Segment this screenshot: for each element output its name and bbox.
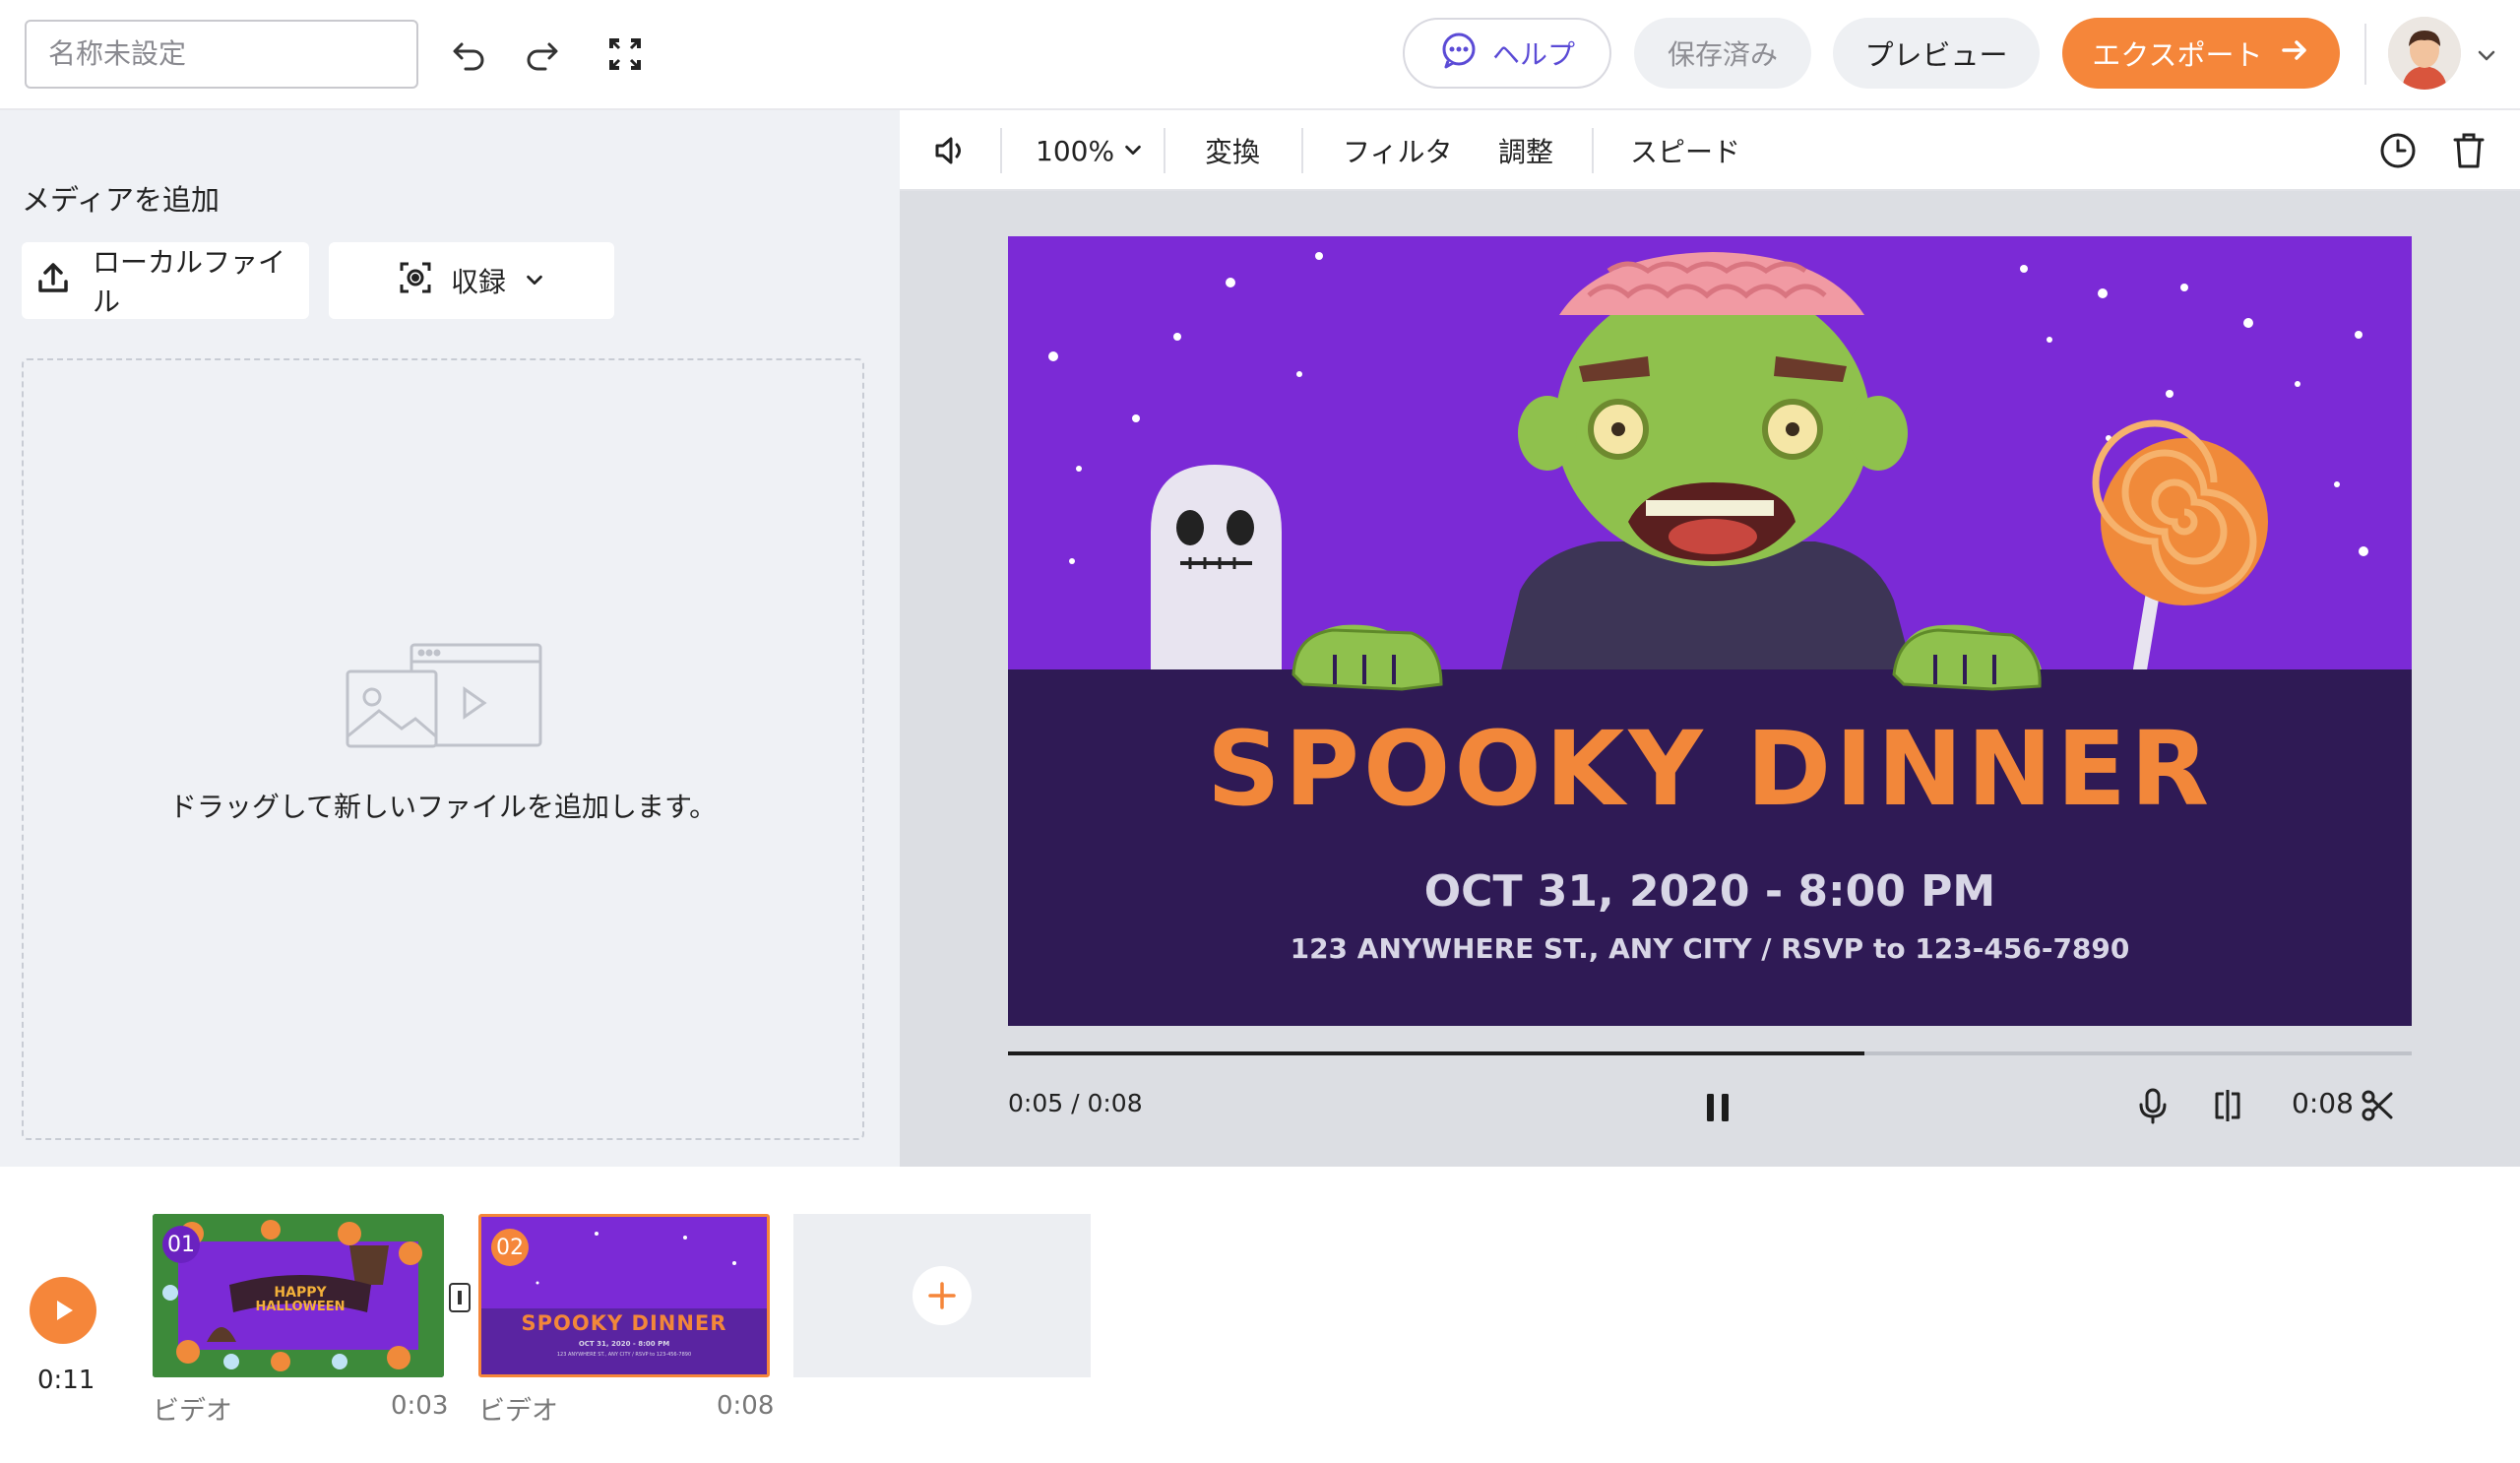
timeline-clip-2[interactable]: SPOOKY DINNER OCT 31, 2020 - 8:00 PM 123…	[478, 1214, 770, 1377]
record-button[interactable]: 収録	[329, 242, 614, 319]
total-time: 0:11	[37, 1366, 95, 1395]
top-bar: 名称未設定 ヘルプ 保存済み プレビュー エクスポート	[0, 0, 2520, 110]
split-icon[interactable]	[2203, 1081, 2252, 1130]
chevron-down-icon	[1122, 135, 1144, 167]
drop-hint-text: ドラッグして新しいファイルを追加します。	[168, 791, 718, 823]
svg-text:SPOOKY DINNER: SPOOKY DINNER	[522, 1311, 727, 1335]
clip-2-number: 02	[491, 1229, 529, 1266]
poster-title: Spooky Dinner	[1206, 709, 2214, 829]
media-panel-title: メディアを追加	[22, 183, 220, 217]
help-button[interactable]: ヘルプ	[1403, 18, 1611, 89]
history-icon[interactable]	[2378, 110, 2418, 191]
svg-text:123 ANYWHERE ST., ANY CITY / R: 123 ANYWHERE ST., ANY CITY / RSVP to 123…	[557, 1352, 691, 1358]
add-clip-slot[interactable]	[793, 1214, 1091, 1377]
help-label: ヘルプ	[1491, 38, 1575, 71]
chat-icon	[1439, 31, 1479, 77]
redo-icon[interactable]	[517, 30, 566, 79]
avatar[interactable]	[2388, 17, 2461, 90]
pause-icon[interactable]	[1693, 1083, 1742, 1132]
zoom-value: 100%	[1036, 134, 1115, 167]
video-canvas[interactable]: Spooky Dinner OCT 31, 2020 - 8:00 PM 123…	[1008, 236, 2412, 1026]
adjust-tab[interactable]: 調整	[1498, 110, 1553, 191]
timeline-clip-1[interactable]: HAPPY HALLOWEEN 01	[153, 1214, 444, 1377]
volume-icon[interactable]	[931, 110, 971, 191]
timeline: 0:11 HAPPY HALLOWEEN 01 ビデオ 0:03 SPOOKY …	[0, 1167, 2520, 1463]
clip-2-duration: 0:08	[717, 1391, 775, 1421]
arrow-right-icon	[2279, 34, 2310, 73]
topbar-divider	[2364, 24, 2366, 85]
preview-button[interactable]: プレビュー	[1833, 18, 2040, 89]
export-button[interactable]: エクスポート	[2062, 18, 2340, 89]
play-icon[interactable]	[30, 1277, 96, 1344]
speed-tab[interactable]: スピード	[1630, 110, 1740, 191]
saved-status-button[interactable]: 保存済み	[1634, 18, 1811, 89]
zoom-select[interactable]: 100%	[1036, 110, 1144, 191]
clip-2-label: ビデオ	[478, 1396, 558, 1427]
poster-date: OCT 31, 2020 - 8:00 PM	[1423, 866, 1996, 917]
record-label: 収録	[450, 266, 506, 298]
clip-1-number: 01	[162, 1226, 200, 1263]
svg-text:HALLOWEEN: HALLOWEEN	[255, 1300, 345, 1314]
scissors-icon[interactable]	[2353, 1081, 2402, 1130]
preview-toolbar: 100% 変換 フィルタ 調整 スピード	[900, 110, 2520, 191]
media-placeholder-icon	[345, 642, 543, 754]
chevron-down-icon[interactable]	[2469, 37, 2504, 73]
transition-icon[interactable]	[449, 1283, 471, 1312]
clip-duration: 0:08	[2292, 1087, 2354, 1119]
record-icon	[398, 260, 433, 302]
clip-1-label: ビデオ	[153, 1396, 232, 1427]
local-file-button[interactable]: ローカルファイル	[22, 242, 309, 319]
chevron-down-icon	[524, 265, 545, 297]
local-file-label: ローカルファイル	[93, 246, 286, 318]
current-time: 0:05 / 0:08	[1008, 1089, 1143, 1117]
project-name-input[interactable]: 名称未設定	[25, 20, 418, 89]
undo-icon[interactable]	[445, 30, 494, 79]
export-label: エクスポート	[2092, 38, 2263, 72]
svg-text:HAPPY: HAPPY	[274, 1285, 327, 1301]
media-panel: メディアを追加 ローカルファイル 収録 ドラッグして新しいファイルを追加します。	[0, 110, 900, 1167]
playback-progress-bar[interactable]	[1008, 1051, 2412, 1055]
upload-icon	[35, 260, 71, 302]
poster-address: 123 ANYWHERE ST., ANY CITY / RSVP to 123…	[1290, 932, 2130, 965]
filter-tab[interactable]: フィルタ	[1343, 110, 1452, 191]
playback-progress-fill	[1008, 1051, 1864, 1055]
trash-icon[interactable]	[2451, 110, 2487, 191]
clip-1-duration: 0:03	[391, 1391, 449, 1421]
preview-area: 100% 変換 フィルタ 調整 スピード SPOOKY DINNER OCT 3…	[900, 110, 2520, 1167]
transform-tab[interactable]: 変換	[1205, 110, 1260, 191]
svg-text:OCT 31, 2020 - 8:00 PM: OCT 31, 2020 - 8:00 PM	[579, 1340, 669, 1348]
fullscreen-icon[interactable]	[600, 30, 650, 79]
media-drop-zone[interactable]: ドラッグして新しいファイルを追加します。	[22, 358, 864, 1140]
plus-icon[interactable]	[913, 1266, 972, 1325]
mic-icon[interactable]	[2128, 1081, 2177, 1130]
